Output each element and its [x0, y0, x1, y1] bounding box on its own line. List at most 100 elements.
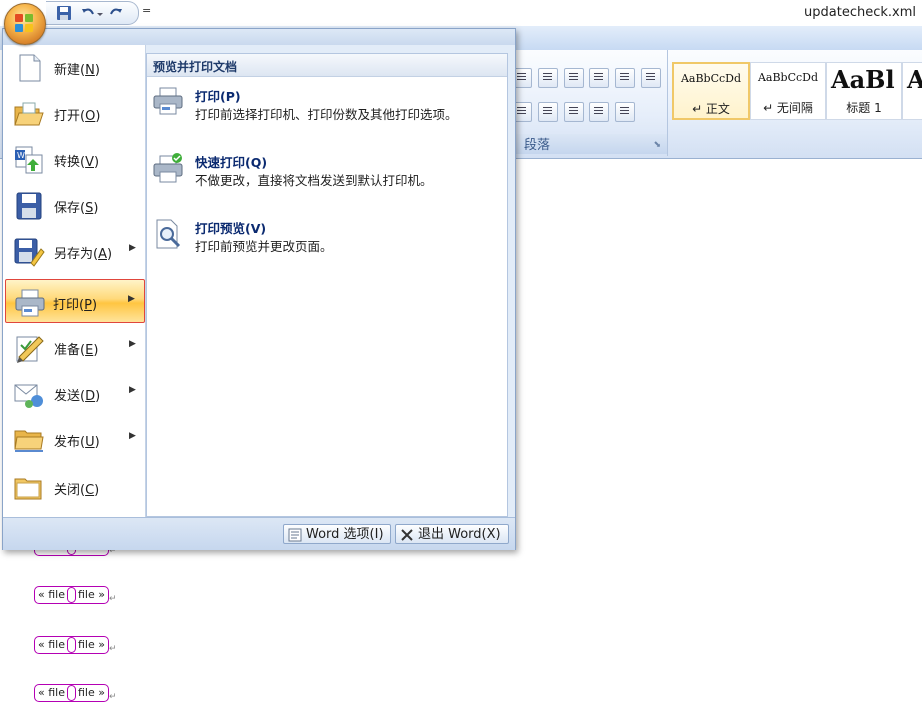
paragraph-group: 段落 ⬊	[510, 50, 668, 156]
style-sample: AaBbCcDd	[680, 72, 742, 85]
show-marks-button[interactable]	[641, 68, 662, 88]
field-text-left: « file	[38, 686, 65, 699]
print-preview-icon	[156, 219, 181, 249]
submenu-arrow-icon: ▶	[128, 294, 135, 304]
paragraph-row-2	[512, 102, 637, 124]
paragraph-group-title: 段落	[524, 138, 551, 153]
office-menu-footer: Word 选项(I) 退出 Word(X)	[3, 517, 515, 550]
menu-item-new[interactable]: 新建(N)	[7, 45, 145, 89]
field-text-right: file »	[77, 686, 105, 699]
submenu-item-print-preview[interactable]: 打印预览(V) 打印前预览并更改页面。	[147, 214, 507, 270]
menu-item-label: 打开(O)	[54, 109, 101, 124]
document-field-line: « file file »↵	[34, 684, 117, 704]
menu-item-label: 新建(N)	[54, 63, 100, 78]
new-document-icon	[19, 54, 41, 82]
style-sample: AaBbCcDd	[757, 71, 819, 84]
style-no-spacing[interactable]: AaBbCcDd ↵ 无间隔	[750, 62, 826, 120]
office-menu: 新建(N) 打开(O) W 转换(V) 保存(S) 另存为(A) ▶ 打印(P)…	[2, 28, 516, 550]
submenu-arrow-icon: ▶	[129, 431, 136, 441]
save-icon[interactable]	[56, 5, 72, 21]
paragraph-dialog-launcher-icon[interactable]: ⬊	[653, 140, 661, 150]
field-bracket	[66, 587, 76, 603]
menu-item-close[interactable]: 关闭(C)	[7, 465, 145, 509]
sort-button[interactable]	[615, 68, 636, 88]
menu-item-prepare[interactable]: 准备(E) ▶	[7, 325, 145, 369]
shading-button[interactable]	[589, 102, 610, 122]
customize-qat-button[interactable]: =	[142, 4, 151, 17]
menu-item-open[interactable]: 打开(O)	[7, 91, 145, 135]
borders-button[interactable]	[615, 102, 636, 122]
printer-icon	[15, 289, 45, 317]
submenu-item-desc: 不做更改，直接将文档发送到默认打印机。	[195, 173, 433, 188]
submenu-heading-text: 预览并打印文档	[153, 60, 238, 74]
menu-item-label: 保存(S)	[54, 201, 99, 216]
menu-item-label: 发送(D)	[54, 389, 101, 404]
submenu-item-title: 快速打印(Q)	[195, 155, 268, 170]
save-as-icon	[14, 238, 45, 267]
options-icon	[288, 528, 302, 542]
word-options-button[interactable]: Word 选项(I)	[283, 524, 391, 544]
close-folder-icon	[14, 478, 42, 500]
style-name: ↵ 正文	[692, 102, 730, 116]
exit-word-label: 退出 Word(X)	[418, 527, 501, 542]
chinese-layout-button[interactable]	[589, 68, 610, 88]
undo-dropdown-icon[interactable]	[96, 5, 104, 21]
field-text-left: « file	[38, 588, 65, 601]
paragraph-group-label: 段落	[510, 134, 667, 154]
menu-item-label: 发布(U)	[54, 435, 100, 450]
convert-icon: W	[15, 146, 43, 174]
svg-text:W: W	[17, 151, 25, 160]
style-name: 标题 1	[846, 101, 882, 115]
style-heading-1[interactable]: AaBl 标题 1	[826, 62, 902, 120]
office-button[interactable]	[4, 3, 46, 45]
prepare-pencil-icon	[16, 336, 44, 363]
menu-item-save-as[interactable]: 另存为(A) ▶	[7, 229, 145, 273]
menu-item-print[interactable]: 打印(P) ▶	[5, 279, 145, 323]
menu-item-publish[interactable]: 发布(U) ▶	[7, 417, 145, 461]
field-bracket	[66, 685, 76, 701]
submenu-item-title: 打印预览(V)	[195, 221, 267, 236]
paragraph-mark: ↵	[108, 692, 117, 702]
paragraph-row-1	[512, 68, 663, 90]
submenu-item-quick-print[interactable]: 快速打印(Q) 不做更改，直接将文档发送到默认打印机。	[147, 148, 507, 204]
field-text-right: file »	[77, 638, 105, 651]
submenu-heading: 预览并打印文档	[147, 54, 507, 77]
open-folder-icon	[14, 102, 44, 126]
style-normal[interactable]: AaBbCcDd ↵ 正文	[672, 62, 750, 120]
submenu-arrow-icon: ▶	[129, 243, 136, 253]
justify-button[interactable]	[537, 102, 558, 122]
submenu-item-print[interactable]: 打印(P) 打印前选择打印机、打印份数及其他打印选项。	[147, 82, 507, 138]
style-name: ↵ 无间隔	[763, 101, 813, 115]
submenu-item-title: 打印(P)	[195, 89, 241, 104]
redo-icon[interactable]	[108, 5, 124, 21]
line-spacing-button[interactable]	[563, 102, 584, 122]
close-icon	[401, 529, 413, 541]
field-bracket	[66, 637, 76, 653]
title-bar: = updatecheck.xml	[0, 0, 922, 26]
merge-field[interactable]: « file file »	[34, 684, 109, 702]
save-disk-icon	[16, 192, 42, 220]
undo-icon[interactable]	[80, 5, 96, 21]
menu-item-save[interactable]: 保存(S)	[7, 183, 145, 227]
decrease-indent-button[interactable]	[537, 68, 558, 88]
merge-field[interactable]: « file file »	[34, 586, 109, 604]
submenu-item-desc: 打印前选择打印机、打印份数及其他打印选项。	[195, 107, 458, 122]
menu-item-send[interactable]: 发送(D) ▶	[7, 371, 145, 415]
increase-indent-button[interactable]	[563, 68, 584, 88]
document-field-line: « file file »↵	[34, 586, 117, 606]
exit-word-button[interactable]: 退出 Word(X)	[395, 524, 509, 544]
send-icon	[14, 384, 43, 408]
menu-item-label: 准备(E)	[54, 343, 99, 358]
menu-item-label: 打印(P)	[53, 298, 98, 313]
menu-item-label: 另存为(A)	[54, 247, 113, 262]
office-menu-commands: 新建(N) 打开(O) W 转换(V) 保存(S) 另存为(A) ▶ 打印(P)…	[3, 45, 146, 517]
style-sample: A	[903, 65, 922, 94]
submenu-arrow-icon: ▶	[129, 385, 136, 395]
style-heading-2[interactable]: A	[902, 62, 922, 120]
merge-field[interactable]: « file file »	[34, 636, 109, 654]
submenu-item-desc: 打印前预览并更改页面。	[195, 239, 333, 254]
quick-print-icon	[153, 153, 183, 183]
word-options-label: Word 选项(I)	[306, 527, 384, 542]
menu-item-convert[interactable]: W 转换(V)	[7, 137, 145, 181]
printer-icon	[153, 87, 183, 115]
